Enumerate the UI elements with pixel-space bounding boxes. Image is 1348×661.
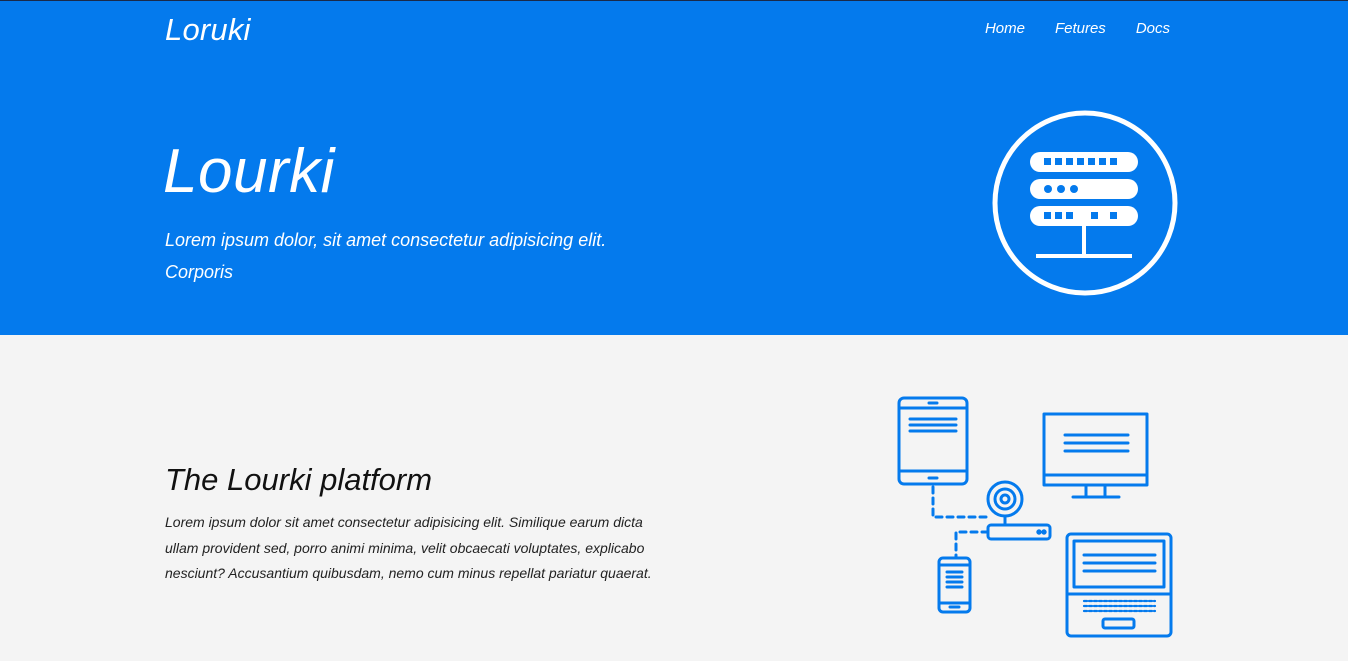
nav-link-features[interactable]: Fetures bbox=[1055, 20, 1106, 37]
hero-section: Loruki Home Fetures Docs Lourki Lorem ip… bbox=[0, 0, 1348, 335]
platform-title: The Lourki platform bbox=[165, 462, 433, 497]
server-icon bbox=[992, 110, 1178, 296]
nav-link-home[interactable]: Home bbox=[985, 20, 1025, 37]
top-border bbox=[0, 0, 1348, 1]
navbar: Loruki Home Fetures Docs bbox=[0, 0, 1348, 60]
connected-devices-icon bbox=[897, 396, 1173, 638]
nav-item-home: Home bbox=[985, 20, 1025, 38]
nav-item-features: Fetures bbox=[1055, 20, 1106, 38]
platform-text: Lorem ipsum dolor sit amet consectetur a… bbox=[165, 514, 652, 581]
nav-link-docs[interactable]: Docs bbox=[1136, 20, 1170, 37]
hero-subtitle: Lorem ipsum dolor, sit amet consectetur … bbox=[165, 230, 607, 282]
hero-title: Lourki bbox=[163, 137, 335, 206]
nav-menu: Home Fetures Docs bbox=[985, 20, 1170, 38]
nav-item-docs: Docs bbox=[1136, 20, 1170, 38]
brand-logo[interactable]: Loruki bbox=[165, 12, 251, 48]
